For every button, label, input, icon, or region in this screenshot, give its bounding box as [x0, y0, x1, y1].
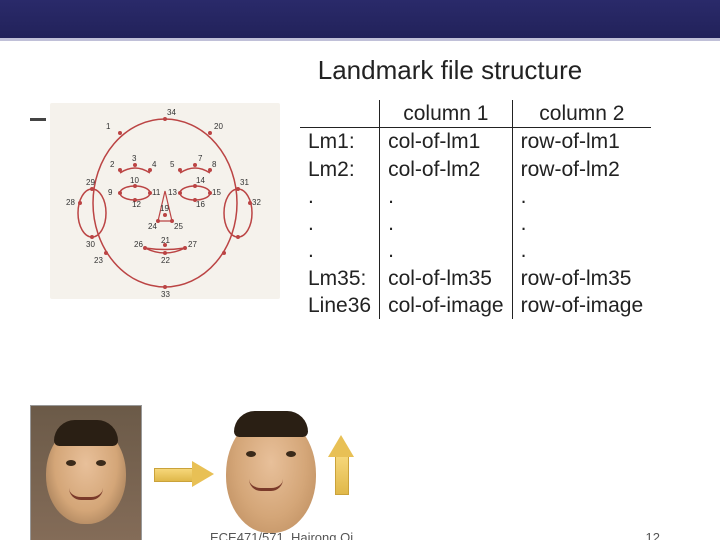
svg-text:12: 12	[132, 200, 141, 209]
svg-text:16: 16	[196, 200, 205, 209]
table-row: . . .	[300, 237, 651, 264]
row-c1: .	[380, 210, 513, 237]
svg-text:3: 3	[132, 154, 137, 163]
svg-text:27: 27	[188, 240, 197, 249]
svg-text:20: 20	[214, 122, 223, 131]
row-c2: row-of-image	[512, 292, 651, 319]
svg-text:32: 32	[252, 198, 261, 207]
row-c2: .	[512, 237, 651, 264]
svg-text:33: 33	[161, 290, 170, 299]
photo-flow	[30, 405, 366, 540]
header-col1: column 1	[380, 100, 513, 128]
row-label: Lm35:	[300, 265, 380, 292]
svg-text:26: 26	[134, 240, 143, 249]
table-row: . . .	[300, 210, 651, 237]
face-landmark-svg: 34120 234 578 9101112 13141516 242519 26…	[50, 103, 280, 299]
hair-shape	[54, 420, 118, 446]
svg-text:10: 10	[130, 176, 139, 185]
arrow-up-icon	[328, 435, 354, 495]
row-c1: .	[380, 183, 513, 210]
row-label: Lm2:	[300, 156, 380, 183]
landmark-diagram: 34120 234 578 9101112 13141516 242519 26…	[50, 103, 280, 299]
banner-underline	[0, 38, 720, 41]
row-c1: col-of-lm2	[380, 156, 513, 183]
header-blank	[300, 100, 380, 128]
row-c1: col-of-lm35	[380, 265, 513, 292]
svg-text:1: 1	[106, 122, 111, 131]
mouth-shape	[249, 479, 283, 491]
svg-text:31: 31	[240, 178, 249, 187]
file-structure-table: column 1 column 2 Lm1: col-of-lm1 row-of…	[300, 100, 651, 319]
slide: Landmark file structure	[0, 0, 720, 540]
row-label: .	[300, 183, 380, 210]
svg-text:21: 21	[161, 236, 170, 245]
svg-text:19: 19	[160, 204, 169, 213]
table-header-row: column 1 column 2	[300, 100, 651, 128]
footer-credit: ECE471/571, Hairong Qi	[210, 530, 353, 540]
svg-text:25: 25	[174, 222, 183, 231]
svg-text:15: 15	[212, 188, 221, 197]
row-c1: col-of-image	[380, 292, 513, 319]
row-label: .	[300, 210, 380, 237]
bullet-icon	[30, 118, 46, 121]
svg-text:28: 28	[66, 198, 75, 207]
slide-title: Landmark file structure	[0, 55, 720, 86]
svg-text:8: 8	[212, 160, 217, 169]
arrow-right-icon	[154, 461, 214, 487]
row-label: Lm1:	[300, 128, 380, 156]
svg-text:14: 14	[196, 176, 205, 185]
cropped-face	[226, 415, 316, 533]
svg-text:4: 4	[152, 160, 157, 169]
row-c1: .	[380, 237, 513, 264]
svg-text:7: 7	[198, 154, 203, 163]
svg-text:34: 34	[167, 108, 176, 117]
svg-text:2: 2	[110, 160, 115, 169]
content-area: 34120 234 578 9101112 13141516 242519 26…	[0, 100, 720, 460]
page-number: 12	[646, 530, 660, 540]
row-c2: row-of-lm2	[512, 156, 651, 183]
header-col2: column 2	[512, 100, 651, 128]
top-banner	[0, 0, 720, 38]
row-c2: .	[512, 210, 651, 237]
svg-text:11: 11	[152, 188, 161, 197]
row-c2: .	[512, 183, 651, 210]
landmark-table: column 1 column 2 Lm1: col-of-lm1 row-of…	[300, 100, 651, 319]
svg-text:13: 13	[168, 188, 177, 197]
svg-text:5: 5	[170, 160, 175, 169]
svg-text:30: 30	[86, 240, 95, 249]
source-photo	[30, 405, 142, 540]
svg-text:29: 29	[86, 178, 95, 187]
row-c2: row-of-lm1	[512, 128, 651, 156]
table-row: Lm35: col-of-lm35 row-of-lm35	[300, 265, 651, 292]
table-row: . . .	[300, 183, 651, 210]
table-row: Lm1: col-of-lm1 row-of-lm1	[300, 128, 651, 156]
table-row: Lm2: col-of-lm2 row-of-lm2	[300, 156, 651, 183]
hair-shape	[234, 411, 308, 437]
row-c2: row-of-lm35	[512, 265, 651, 292]
svg-text:23: 23	[94, 256, 103, 265]
table-row: Line36 col-of-image row-of-image	[300, 292, 651, 319]
row-label: .	[300, 237, 380, 264]
svg-text:24: 24	[148, 222, 157, 231]
face-illustration	[46, 424, 126, 524]
row-c1: col-of-lm1	[380, 128, 513, 156]
svg-text:22: 22	[161, 256, 170, 265]
svg-text:9: 9	[108, 188, 113, 197]
row-label: Line36	[300, 292, 380, 319]
mouth-shape	[69, 488, 103, 500]
